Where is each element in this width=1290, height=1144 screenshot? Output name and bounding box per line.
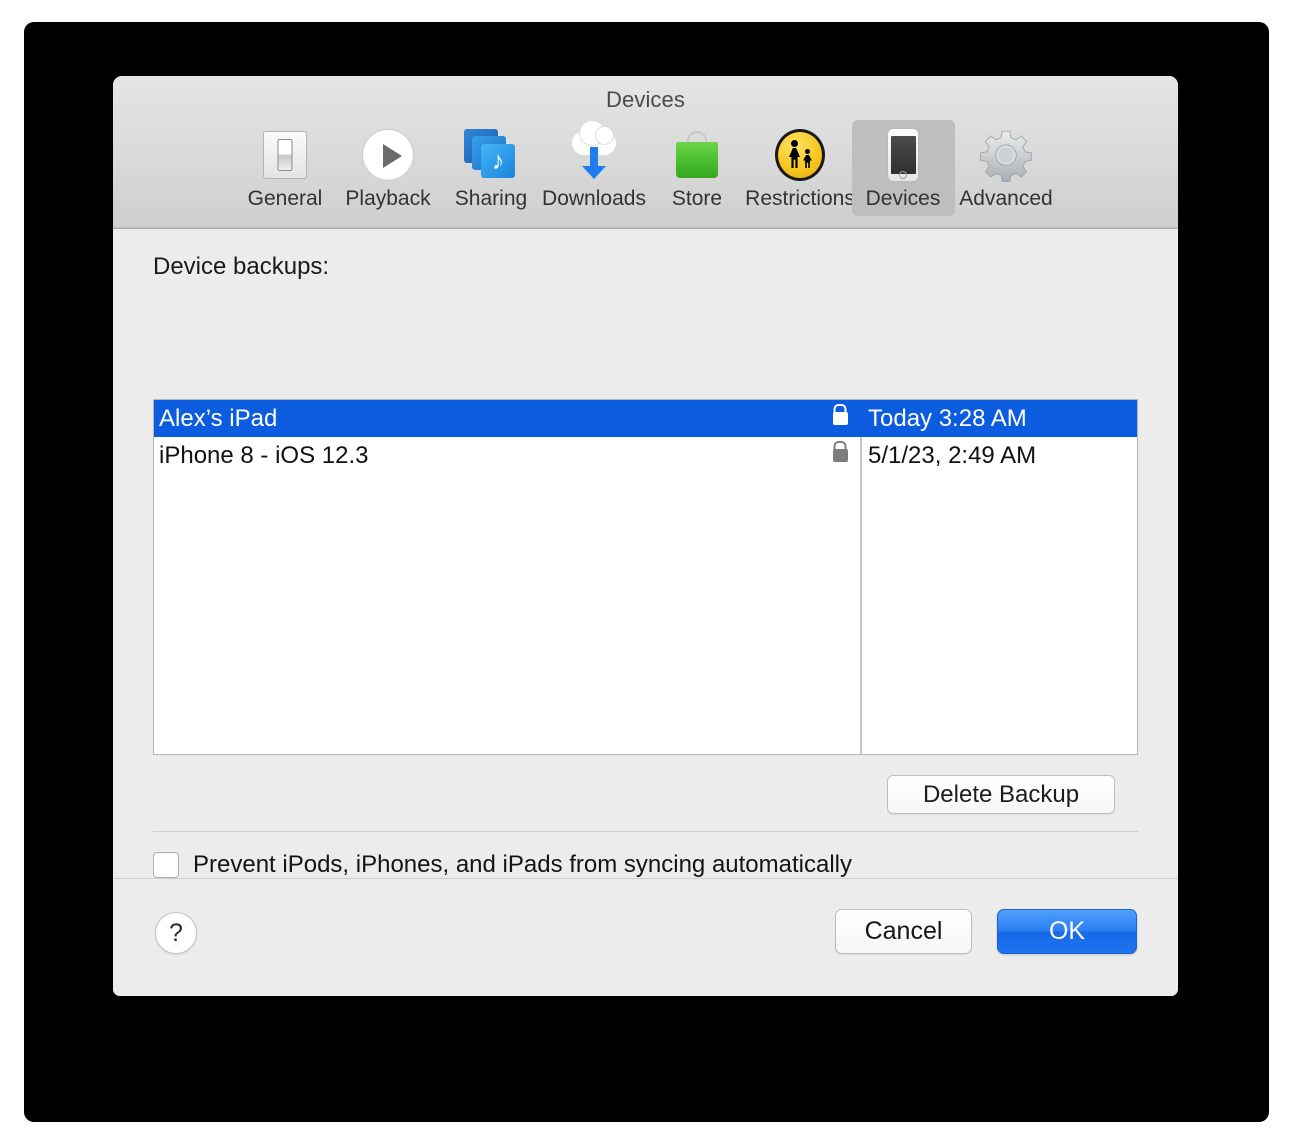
tab-restrictions-label: Restrictions bbox=[745, 187, 855, 210]
preferences-toolbar: General Playback ♪ Sharing Downloads Sto… bbox=[113, 120, 1178, 220]
screen: Devices General Playback ♪ Sharing Downl… bbox=[0, 0, 1290, 1144]
table-row[interactable]: Alex’s iPad Today 3:28 AM bbox=[154, 400, 1137, 437]
device-backups-label: Device backups: bbox=[153, 253, 330, 280]
cancel-button[interactable]: Cancel bbox=[835, 909, 972, 954]
tab-playback-label: Playback bbox=[345, 187, 431, 210]
tab-downloads[interactable]: Downloads bbox=[542, 120, 646, 216]
ok-button[interactable]: OK bbox=[997, 909, 1137, 954]
prevent-sync-checkbox[interactable] bbox=[153, 852, 179, 878]
tab-playback[interactable]: Playback bbox=[337, 120, 440, 216]
gear-icon bbox=[977, 126, 1035, 184]
tab-restrictions[interactable]: Restrictions bbox=[745, 120, 855, 216]
backup-date: Today 3:28 AM bbox=[868, 404, 1027, 432]
backup-date: 5/1/23, 2:49 AM bbox=[868, 441, 1037, 469]
parental-controls-icon bbox=[771, 126, 829, 184]
iphone-icon bbox=[874, 126, 932, 184]
play-circle-icon bbox=[359, 126, 417, 184]
cloud-download-icon bbox=[565, 121, 623, 184]
tab-sharing[interactable]: ♪ Sharing bbox=[440, 120, 543, 216]
lock-icon bbox=[830, 449, 850, 462]
tab-store[interactable]: Store bbox=[646, 120, 749, 216]
tab-devices-label: Devices bbox=[865, 187, 941, 210]
backup-name: Alex’s iPad bbox=[159, 404, 278, 432]
section-divider bbox=[153, 831, 1138, 832]
tab-sharing-label: Sharing bbox=[454, 187, 528, 210]
devices-pane: Device backups: Alex’s iPad Today 3:28 A… bbox=[113, 229, 1178, 937]
help-button[interactable]: ? bbox=[155, 912, 197, 954]
tab-store-label: Store bbox=[671, 187, 723, 210]
tab-general[interactable]: General bbox=[234, 120, 337, 216]
device-backups-list[interactable]: Alex’s iPad Today 3:28 AM iPhone 8 - iOS… bbox=[153, 399, 1138, 755]
window-title: Devices bbox=[606, 87, 685, 112]
tab-devices[interactable]: Devices bbox=[851, 120, 955, 216]
table-row[interactable]: iPhone 8 - iOS 12.3 5/1/23, 2:49 AM bbox=[154, 437, 1137, 474]
tab-general-label: General bbox=[247, 187, 323, 210]
shopping-bag-icon bbox=[668, 126, 726, 184]
prevent-sync-label: Prevent iPods, iPhones, and iPads from s… bbox=[193, 851, 853, 878]
prevent-sync-row[interactable]: Prevent iPods, iPhones, and iPads from s… bbox=[153, 851, 852, 879]
tab-advanced-label: Advanced bbox=[959, 187, 1053, 210]
lock-icon bbox=[830, 412, 850, 425]
tab-advanced[interactable]: Advanced bbox=[955, 120, 1058, 216]
backup-name: iPhone 8 - iOS 12.3 bbox=[159, 441, 369, 469]
music-stack-icon: ♪ bbox=[462, 126, 520, 184]
tab-downloads-label: Downloads bbox=[542, 187, 646, 210]
delete-backup-button[interactable]: Delete Backup bbox=[887, 775, 1115, 814]
switch-icon bbox=[256, 126, 314, 184]
preferences-dialog: Devices General Playback ♪ Sharing Downl… bbox=[113, 76, 1178, 996]
titlebar-toolbar: Devices General Playback ♪ Sharing Downl… bbox=[113, 76, 1178, 229]
